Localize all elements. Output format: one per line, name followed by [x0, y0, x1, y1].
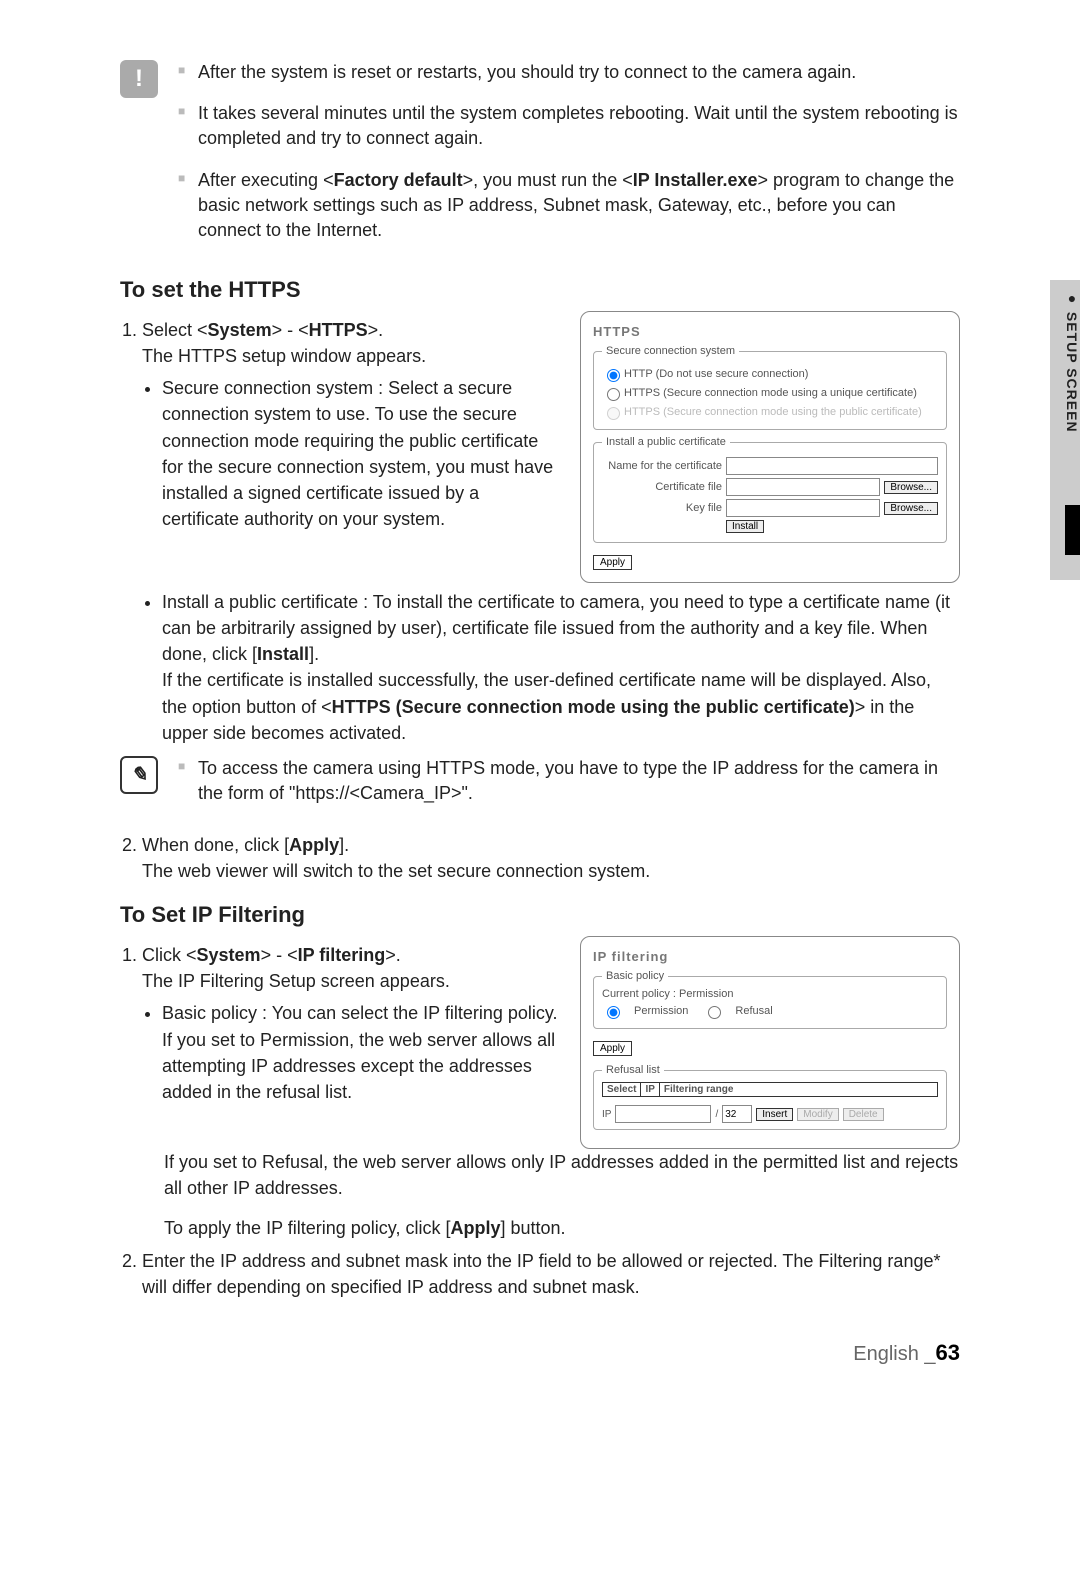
radio-refusal[interactable]	[708, 1006, 721, 1019]
ipfilter-panel-title: IP filtering	[593, 949, 947, 964]
radio-permission[interactable]	[607, 1006, 620, 1019]
key-file-input[interactable]	[726, 499, 880, 517]
caution-item: After executing <Factory default>, you m…	[178, 168, 960, 244]
secure-connection-fieldset: Secure connection system HTTP (Do not us…	[593, 345, 947, 430]
install-button[interactable]: Install	[726, 520, 764, 533]
radio-permission-label: Permission	[634, 1005, 688, 1017]
key-file-label: Key file	[602, 502, 722, 514]
install-cert-legend: Install a public certificate	[602, 436, 730, 448]
page-footer: English _63	[120, 1340, 960, 1366]
https-apply-button[interactable]: Apply	[593, 555, 632, 570]
cert-file-label: Certificate file	[602, 481, 722, 493]
https-bullet-secure: Secure connection system : Select a secu…	[162, 375, 560, 532]
cert-name-label: Name for the certificate	[602, 460, 722, 472]
refusal-list-legend: Refusal list	[602, 1064, 664, 1076]
side-marker	[1065, 505, 1080, 555]
ipfilter-apply-button[interactable]: Apply	[593, 1041, 632, 1056]
radio-refusal-label: Refusal	[735, 1005, 772, 1017]
basic-policy-legend: Basic policy	[602, 970, 668, 982]
https-bullet-install: Install a public certificate : To instal…	[162, 589, 960, 746]
caution-icon: !	[120, 60, 158, 98]
radio-http-label: HTTP (Do not use secure connection)	[624, 368, 808, 380]
radio-https-public-label: HTTPS (Secure connection mode using the …	[624, 406, 922, 418]
th-select: Select	[603, 1083, 641, 1096]
mask-input[interactable]	[722, 1105, 752, 1123]
current-policy-label: Current policy : Permission	[602, 988, 938, 1000]
radio-https-public[interactable]	[607, 407, 620, 420]
key-file-browse-button[interactable]: Browse...	[884, 502, 938, 515]
https-step-1: Select <System> - <HTTPS>. The HTTPS set…	[142, 317, 560, 532]
https-panel-title: HTTPS	[593, 324, 947, 339]
modify-button[interactable]: Modify	[797, 1108, 838, 1121]
secure-connection-legend: Secure connection system	[602, 345, 739, 357]
caution-item: It takes several minutes until the syste…	[178, 101, 960, 151]
cert-file-browse-button[interactable]: Browse...	[884, 481, 938, 494]
ipfilter-heading: To Set IP Filtering	[120, 902, 960, 928]
cert-file-input[interactable]	[726, 478, 880, 496]
th-ip: IP	[641, 1083, 659, 1096]
refusal-table-header: Select IP Filtering range	[602, 1082, 938, 1097]
ipfilter-step-1: Click <System> - <IP filtering>. The IP …	[142, 942, 560, 1105]
slash-label: /	[715, 1109, 718, 1120]
ipfilter-panel: IP filtering Basic policy Current policy…	[580, 936, 960, 1149]
https-steps-cont: When done, click [Apply]. The web viewer…	[120, 832, 960, 884]
note-icon: ✎	[120, 756, 158, 794]
radio-https-unique-label: HTTPS (Secure connection mode using a un…	[624, 387, 917, 399]
ipfilter-steps: Click <System> - <IP filtering>. The IP …	[120, 942, 560, 1105]
install-cert-fieldset: Install a public certificate Name for th…	[593, 436, 947, 543]
ip-input[interactable]	[615, 1105, 711, 1123]
refusal-list-fieldset: Refusal list Select IP Filtering range I…	[593, 1064, 947, 1130]
ipfilter-steps-cont: Enter the IP address and subnet mask int…	[120, 1248, 960, 1300]
radio-https-unique[interactable]	[607, 388, 620, 401]
radio-http[interactable]	[607, 369, 620, 382]
insert-button[interactable]: Insert	[756, 1108, 793, 1121]
https-panel: HTTPS Secure connection system HTTP (Do …	[580, 311, 960, 583]
note-item: To access the camera using HTTPS mode, y…	[178, 756, 960, 806]
th-range: Filtering range	[660, 1083, 937, 1096]
ipfilter-bullet-policy: Basic policy : You can select the IP fil…	[162, 1000, 560, 1104]
basic-policy-fieldset: Basic policy Current policy : Permission…	[593, 970, 947, 1029]
https-heading: To set the HTTPS	[120, 277, 960, 303]
cert-name-input[interactable]	[726, 457, 938, 475]
https-step-2: When done, click [Apply]. The web viewer…	[142, 832, 960, 884]
note-list: To access the camera using HTTPS mode, y…	[178, 756, 960, 822]
ipfilter-apply-text: To apply the IP filtering policy, click …	[164, 1215, 960, 1241]
footer-lang: English _	[853, 1343, 935, 1365]
caution-list: After the system is reset or restarts, y…	[178, 60, 960, 259]
delete-button[interactable]: Delete	[843, 1108, 884, 1121]
ip-label: IP	[602, 1109, 611, 1120]
https-steps: Select <System> - <HTTPS>. The HTTPS set…	[120, 317, 560, 532]
ipfilter-step-2: Enter the IP address and subnet mask int…	[142, 1248, 960, 1300]
ipfilter-refusal-text: If you set to Refusal, the web server al…	[164, 1152, 958, 1198]
caution-item: After the system is reset or restarts, y…	[178, 60, 960, 85]
footer-page: 63	[936, 1340, 960, 1365]
